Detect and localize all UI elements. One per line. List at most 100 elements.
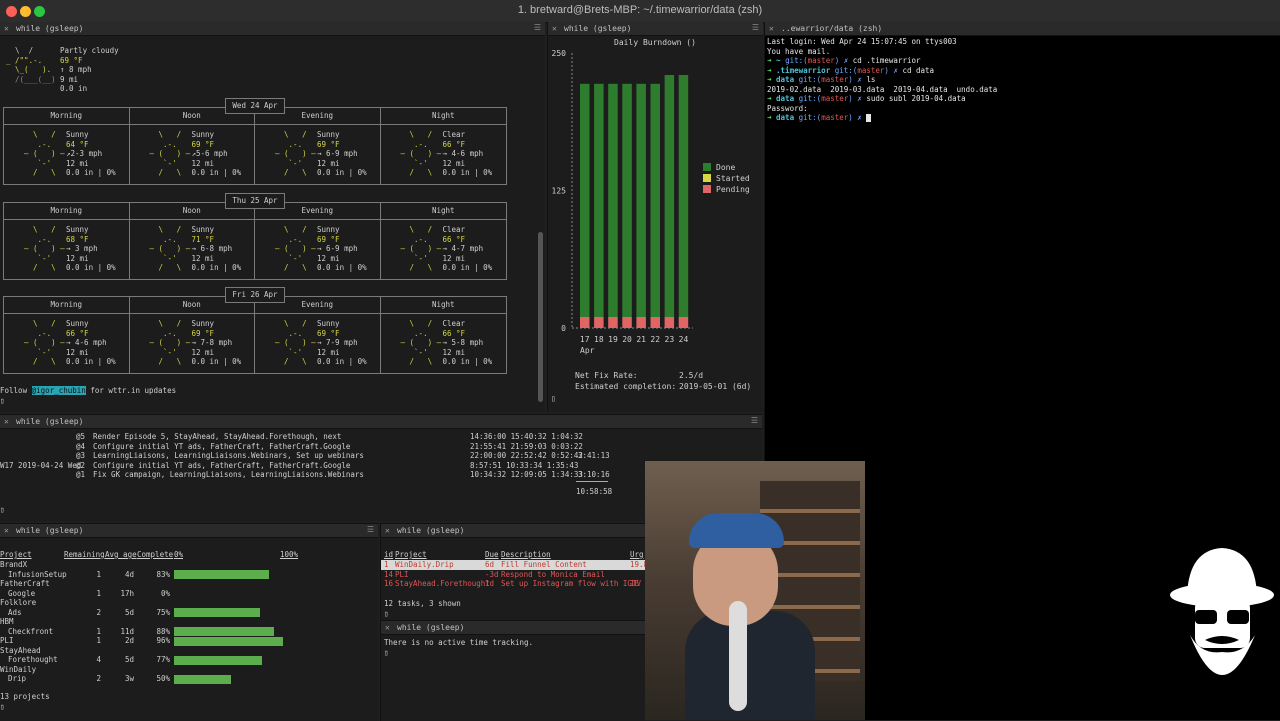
- x-tick-label: 20: [622, 335, 632, 344]
- shell-line: Last login: Wed Apr 24 15:07:45 on ttys0…: [767, 37, 957, 46]
- interval-tags: Fix GK campaign, LearningLiaisons, Learn…: [93, 470, 364, 479]
- forecast-period: Evening \ / .-. ― ( ) ― `-' / \ Sunny 69…: [255, 203, 381, 279]
- tasks-pane[interactable]: ✕ while (gsleep) id Project Due Description…: [380, 523, 646, 620]
- interval-tags: LearningLiaisons, LearningLiaisons.Webin…: [93, 451, 364, 460]
- project-remaining: 1: [96, 636, 101, 645]
- project-name: Drip: [8, 674, 27, 683]
- pane-title: while (gsleep): [16, 417, 84, 426]
- pane-title: while (gsleep): [397, 623, 465, 632]
- day-total: 3:41:13: [578, 451, 610, 460]
- tracking-pane[interactable]: ✕ while (gsleep) There is no active time…: [380, 620, 646, 721]
- close-pane-icon[interactable]: ✕: [385, 526, 390, 535]
- close-pane-icon[interactable]: ✕: [4, 417, 9, 426]
- done-bar: [580, 83, 590, 317]
- projects-pane[interactable]: ✕ while (gsleep) ☰ Project Remaining Avg a…: [0, 523, 378, 721]
- project-complete: 88%: [156, 626, 170, 636]
- task-description: Fill Funnel Content: [501, 560, 587, 569]
- pane-menu-icon[interactable]: ☰: [751, 416, 758, 425]
- project-avg-age: 17h: [120, 588, 134, 598]
- task-row[interactable]: 16 StayAhead.Forethought 1d Set up Instagra…: [381, 579, 646, 589]
- window-title: 1. bretward@Brets-MBP: ~/.timewarrior/da…: [517, 4, 763, 16]
- projects-column-header: 0%: [174, 550, 184, 559]
- estimate-label: Estimated completion:: [575, 382, 676, 391]
- period-weather: Sunny 71 °F → 6-8 mph 12 mi 0.0 in | 0%: [191, 225, 242, 272]
- project-progress-bar: [174, 674, 231, 684]
- period-weather: Sunny 66 °F → 4-6 mph 12 mi 0.0 in | 0%: [66, 319, 116, 366]
- task-row[interactable]: 14 PLI -3d Respond to Monica Email: [381, 570, 646, 580]
- interval-tags: Render Episode 5, StayAhead, StayAhead.F…: [93, 432, 342, 441]
- close-pane-icon[interactable]: ✕: [552, 24, 557, 33]
- projects-column-header: Complete: [137, 550, 174, 559]
- day-total: 3:10:16: [578, 470, 610, 479]
- projects-column-header: Remaining: [64, 550, 105, 559]
- bearded-logo: [1170, 548, 1274, 675]
- legend-label: Pending: [716, 185, 750, 194]
- project-complete: 96%: [156, 636, 170, 645]
- burndown-pane[interactable]: ✕ while (gsleep) ☰ Daily Burndown () 250 1…: [547, 22, 763, 412]
- pane-title: while (gsleep): [564, 24, 632, 33]
- task-description: Set up Instagram flow with IGTV: [501, 579, 641, 588]
- tasks-count: 12 tasks, 3 shown: [384, 599, 461, 608]
- task-description: Respond to Monica Email: [501, 569, 605, 579]
- interval-times: 14:36:00 15:40:32 1:04:32: [470, 432, 583, 441]
- window-titlebar: 1. bretward@Brets-MBP: ~/.timewarrior/da…: [0, 0, 1280, 23]
- done-bar: [608, 83, 618, 317]
- close-pane-icon[interactable]: ✕: [4, 24, 9, 33]
- scrollbar[interactable]: [538, 232, 543, 402]
- project-complete: 75%: [156, 607, 170, 617]
- pane-menu-icon[interactable]: ☰: [367, 525, 374, 534]
- estimate-value: 2019-05-01 (6d): [679, 382, 751, 391]
- cursor: ▯: [0, 505, 5, 514]
- pending-bar: [664, 317, 675, 328]
- shell-cursor[interactable]: [866, 114, 872, 122]
- forecast-period: Noon \ / .-. ― ( ) ― `-' / \ Sunny 69 °F…: [129, 297, 255, 373]
- pending-bar: [636, 317, 646, 328]
- period-weather: Sunny 69 °F → 6-9 mph 12 mi 0.0 in | 0%: [317, 225, 367, 272]
- cursor: ▯: [384, 609, 389, 618]
- close-pane-icon[interactable]: ✕: [769, 24, 774, 33]
- pane-menu-icon[interactable]: ☰: [752, 23, 759, 32]
- weather-pane-header: ✕ while (gsleep) ☰: [0, 22, 545, 36]
- period-label: Morning: [4, 203, 129, 220]
- close-pane-icon[interactable]: ✕: [385, 623, 390, 632]
- project-avg-age: 5d: [124, 607, 134, 617]
- pending-bar: [608, 317, 618, 328]
- x-tick-label: 18: [594, 335, 604, 344]
- x-tick-label: 21: [636, 335, 646, 344]
- project-complete: 83%: [156, 569, 170, 579]
- project-remaining: 2: [96, 607, 101, 617]
- tasks-column-header: Due: [485, 550, 499, 559]
- weather-pane[interactable]: ✕ while (gsleep) ☰ \ / _ /"".-. \_( ). /…: [0, 22, 545, 412]
- chart-title: Daily Burndown (): [614, 38, 696, 47]
- grand-total: 10:58:58: [576, 487, 613, 496]
- sun-icon: \ / .-. ― ( ) ― `-' / \: [275, 319, 316, 366]
- sun-icon: \ / .-. ― ( ) ― `-' / \: [275, 225, 316, 272]
- forecast-period: Night \ / .-. ― ( ) ― `-' / \ Clear 66 °…: [380, 297, 506, 373]
- project-name: Forethought: [8, 655, 58, 664]
- tasks-column-header: Urg: [630, 550, 644, 559]
- interval-id: @4: [76, 441, 86, 451]
- shell-line: ➜ .timewarrior git:(master) ✗ cd data: [767, 65, 935, 75]
- tracking-status: There is no active time tracking.: [384, 638, 534, 647]
- pane-menu-icon[interactable]: ☰: [534, 23, 541, 32]
- sun-icon: \ / .-. ― ( ) ― `-' / \: [149, 319, 191, 366]
- task-id: 16: [384, 579, 394, 588]
- net-fix-label: Net Fix Rate:: [575, 371, 638, 380]
- project-name: WinDaily: [0, 664, 37, 674]
- task-row[interactable]: 1 WinDaily.Drip 6d Fill Funnel Content 19.8: [381, 560, 646, 570]
- project-remaining: 1: [96, 588, 101, 598]
- project-remaining: 2: [96, 674, 101, 683]
- shell-line: ➜ data git:(master) ✗: [767, 113, 997, 123]
- done-bar: [622, 83, 632, 317]
- done-bar: [594, 83, 604, 317]
- x-tick-label: 19: [608, 335, 618, 344]
- project-name: InfusionSetup: [8, 569, 67, 579]
- project-name: Folklore: [0, 598, 37, 607]
- interval-id: @2: [76, 460, 86, 470]
- total-divider: [576, 481, 608, 482]
- project-name: BrandX: [0, 560, 28, 569]
- twitter-handle-link[interactable]: @igor_chubin: [31, 386, 86, 395]
- forecast-period: Noon \ / .-. ― ( ) ― `-' / \ Sunny 71 °F…: [129, 203, 255, 279]
- task-due: 1d: [485, 579, 495, 588]
- close-pane-icon[interactable]: ✕: [4, 526, 9, 535]
